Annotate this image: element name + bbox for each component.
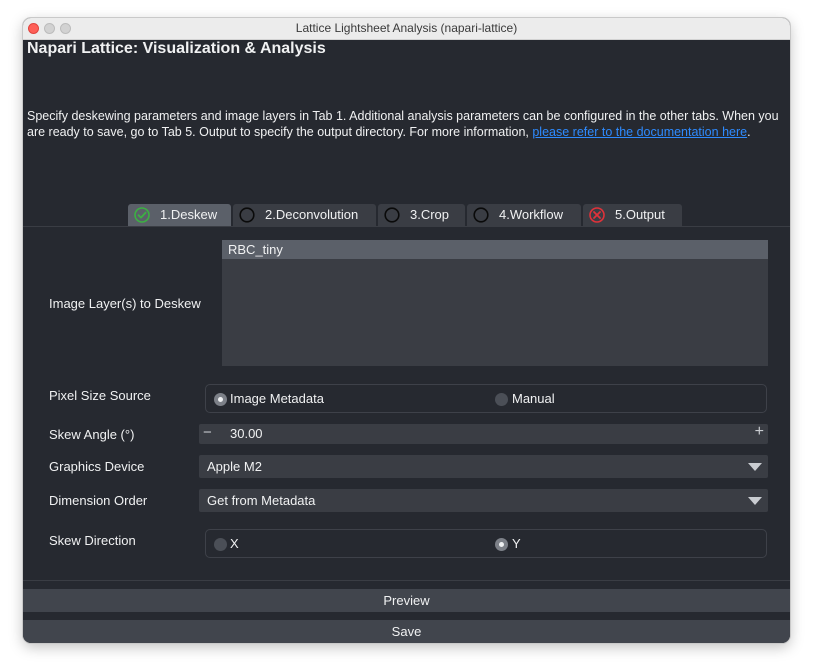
check-circle-icon [134,207,150,223]
documentation-link[interactable]: please refer to the documentation here [532,125,747,139]
x-direction-radio[interactable] [214,538,227,551]
empty-circle-icon [473,207,489,223]
tab-label-output: 5.Output [615,207,665,222]
x-direction-label: X [230,536,239,551]
tab-bar-divider [23,226,790,227]
app-window: Lattice Lightsheet Analysis (napari-latt… [23,18,790,643]
graphics-device-label: Graphics Device [49,459,145,474]
list-item[interactable]: RBC_tiny [222,240,768,259]
image-layers-label: Image Layer(s) to Deskew [49,296,201,311]
section-divider [23,580,790,581]
tab-deskew[interactable]: 1.Deskew [128,204,231,226]
empty-circle-icon [384,207,400,223]
dimension-order-value: Get from Metadata [207,493,316,508]
chevron-down-icon [748,497,762,505]
pixel-size-source-label: Pixel Size Source [49,388,151,403]
title-bar: Lattice Lightsheet Analysis (napari-latt… [23,18,790,40]
description-end: . [747,125,751,139]
skew-direction-group: X Y [205,529,767,558]
image-layers-list[interactable]: RBC_tiny [222,240,768,366]
tab-label-deskew: 1.Deskew [160,207,218,222]
image-metadata-label: Image Metadata [230,391,324,406]
graphics-device-dropdown[interactable]: Apple M2 [199,455,768,478]
window-title: Lattice Lightsheet Analysis (napari-latt… [295,21,518,35]
tab-workflow[interactable]: 4.Workflow [467,204,581,226]
x-circle-icon [589,207,605,223]
tab-crop[interactable]: 3.Crop [378,204,465,226]
tab-label-deconvolution: 2.Deconvolution [265,207,359,222]
tab-label-workflow: 4.Workflow [499,207,564,222]
skew-direction-label: Skew Direction [49,533,136,548]
chevron-down-icon [748,463,762,471]
y-direction-label: Y [512,536,521,551]
graphics-device-value: Apple M2 [207,459,262,474]
tab-output[interactable]: 5.Output [583,204,682,226]
decrement-button[interactable]: − [203,424,212,441]
description-text: Specify deskewing parameters and image l… [27,108,785,140]
skew-angle-label: Skew Angle (°) [49,427,135,442]
skew-angle-spinbox[interactable]: − 30.00 + [199,423,768,444]
pixel-size-source-group: Image Metadata Manual [205,384,767,413]
app-title: Napari Lattice: Visualization & Analysis [27,40,326,57]
manual-radio[interactable] [495,393,508,406]
increment-button[interactable]: + [755,423,764,441]
skew-angle-value[interactable]: 30.00 [230,426,263,441]
y-direction-radio[interactable] [495,538,508,551]
save-button[interactable]: Save [23,620,790,643]
tab-label-crop: 3.Crop [410,207,450,222]
tab-deconvolution[interactable]: 2.Deconvolution [233,204,376,226]
manual-label: Manual [512,391,555,406]
dimension-order-dropdown[interactable]: Get from Metadata [199,489,768,512]
dimension-order-label: Dimension Order [49,493,148,508]
preview-button[interactable]: Preview [23,589,790,612]
empty-circle-icon [239,207,255,223]
image-metadata-radio[interactable] [214,393,227,406]
